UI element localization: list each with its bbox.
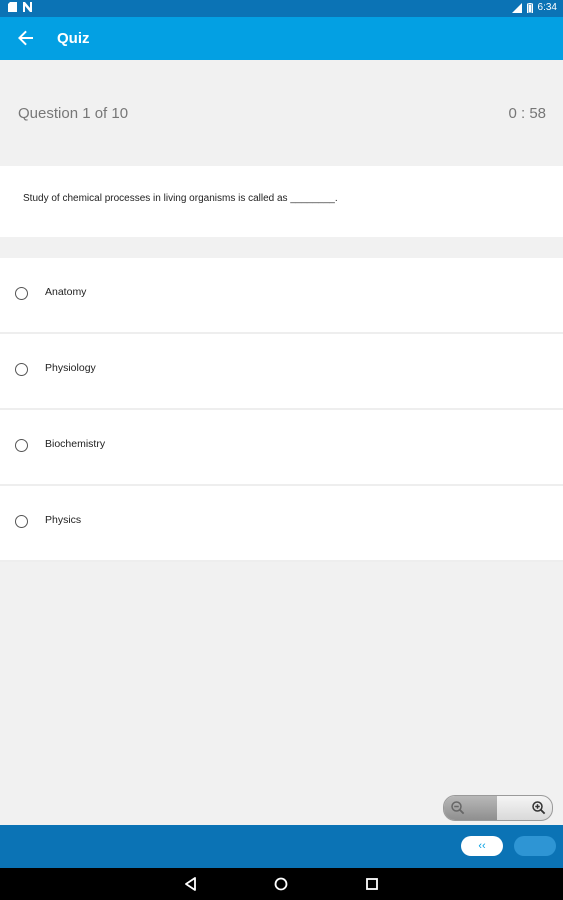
zoom-out-button[interactable] [444,796,497,820]
question-header: Question 1 of 10 0 : 58 [0,60,563,165]
nav-back-icon[interactable] [181,874,201,894]
answer-options: Anatomy Physiology Biochemistry Physics [0,258,563,562]
option-biochemistry[interactable]: Biochemistry [0,410,563,486]
n-notification-icon [23,2,32,12]
zoom-out-icon [451,801,465,815]
option-label: Physiology [45,362,96,374]
system-nav-bar [0,868,563,900]
option-anatomy[interactable]: Anatomy [0,258,563,334]
zoom-in-button[interactable] [498,796,552,820]
bottom-bar: ‹‹ [0,825,563,868]
countdown-timer: 0 : 58 [508,105,546,122]
radio-button[interactable] [15,363,28,376]
question-card: Study of chemical processes in living or… [0,166,563,237]
nav-home-icon[interactable] [271,874,291,894]
app-bar: Quiz [0,17,563,60]
back-arrow-icon[interactable] [14,26,38,50]
zoom-control [443,795,553,821]
nav-recents-icon[interactable] [362,874,382,894]
option-label: Anatomy [45,286,87,298]
signal-icon [511,2,522,13]
status-bar: 6:34 [0,0,563,17]
battery-icon [526,2,533,13]
question-text: Study of chemical processes in living or… [23,193,338,204]
radio-button[interactable] [15,515,28,528]
next-button[interactable] [514,836,556,856]
option-label: Biochemistry [45,438,106,450]
question-counter: Question 1 of 10 [18,105,129,122]
sd-card-icon [8,2,17,12]
option-label: Physics [45,514,82,526]
option-physiology[interactable]: Physiology [0,334,563,410]
radio-button[interactable] [15,287,28,300]
previous-button[interactable]: ‹‹ [461,836,503,856]
status-time: 6:34 [537,2,557,13]
zoom-in-icon [532,801,546,815]
page-title: Quiz [57,30,90,47]
radio-button[interactable] [15,439,28,452]
option-physics[interactable]: Physics [0,486,563,562]
